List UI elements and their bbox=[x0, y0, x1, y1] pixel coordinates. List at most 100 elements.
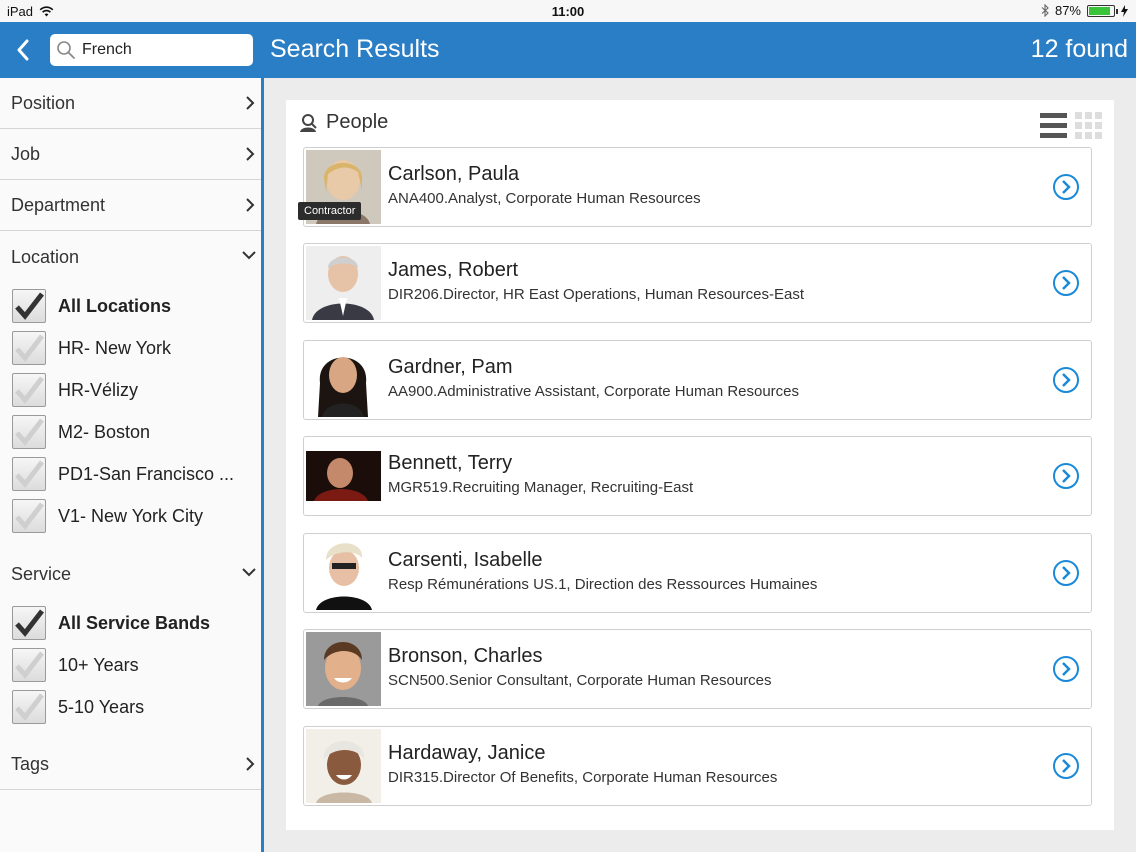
chevron-circle-right-icon[interactable] bbox=[1052, 173, 1080, 201]
bluetooth-icon bbox=[1041, 4, 1049, 17]
checkmark-icon bbox=[15, 460, 44, 488]
option-label: 5-10 Years bbox=[58, 696, 145, 717]
location-option[interactable]: HR- New York bbox=[12, 331, 171, 365]
person-row[interactable]: Carsenti, Isabelle Resp Rémunérations US… bbox=[303, 533, 1092, 613]
option-label: HR- New York bbox=[58, 337, 172, 358]
checkbox-unchecked[interactable] bbox=[12, 648, 46, 682]
location-option[interactable]: All Locations bbox=[12, 289, 171, 323]
person-row[interactable]: Bronson, Charles SCN500.Senior Consultan… bbox=[303, 629, 1092, 709]
results-panel: People Contractor Carlson, Paula ANA400.… bbox=[286, 100, 1114, 830]
checkmark-icon bbox=[15, 376, 44, 404]
status-bar: iPad 11:00 87% bbox=[0, 0, 1136, 22]
filter-service-header[interactable]: Service bbox=[0, 548, 261, 588]
checkmark-icon bbox=[15, 418, 44, 446]
person-job: DIR315.Director Of Benefits, Corporate H… bbox=[388, 769, 778, 786]
checkbox-unchecked[interactable] bbox=[12, 373, 46, 407]
search-icon bbox=[57, 41, 75, 59]
filter-department[interactable]: Department bbox=[0, 180, 261, 231]
chevron-left-icon bbox=[17, 39, 29, 61]
grid-view-icon[interactable] bbox=[1075, 112, 1102, 139]
person-name: James, Robert bbox=[388, 259, 519, 281]
chevron-circle-right-icon[interactable] bbox=[1052, 655, 1080, 683]
section-title: People bbox=[326, 111, 389, 133]
charging-icon bbox=[1121, 4, 1128, 17]
battery-level bbox=[1089, 6, 1110, 15]
person-name: Bronson, Charles bbox=[388, 645, 543, 667]
option-label: 10+ Years bbox=[58, 654, 139, 675]
filter-position[interactable]: Position bbox=[0, 78, 261, 129]
chevron-right-icon bbox=[246, 147, 255, 161]
checkbox-checked[interactable] bbox=[12, 606, 46, 640]
sidebar-divider bbox=[261, 78, 264, 852]
person-name: Hardaway, Janice bbox=[388, 742, 546, 764]
person-job: SCN500.Senior Consultant, Corporate Huma… bbox=[388, 672, 772, 689]
filter-tags[interactable]: Tags bbox=[0, 738, 261, 790]
checkbox-unchecked[interactable] bbox=[12, 331, 46, 365]
person-row[interactable]: Contractor Carlson, Paula ANA400.Analyst… bbox=[298, 147, 1092, 227]
checkbox-unchecked[interactable] bbox=[12, 499, 46, 533]
checkbox-checked[interactable] bbox=[12, 289, 46, 323]
avatar bbox=[306, 632, 381, 706]
filter-label: Service bbox=[11, 564, 72, 584]
person-job: Resp Rémunérations US.1, Direction des R… bbox=[388, 576, 818, 593]
option-label: HR-Vélizy bbox=[58, 379, 139, 400]
search-input[interactable] bbox=[82, 41, 242, 59]
back-button[interactable] bbox=[10, 36, 36, 64]
filter-label: Tags bbox=[11, 754, 50, 774]
person-row[interactable]: Gardner, Pam AA900.Administrative Assist… bbox=[303, 340, 1092, 420]
person-name: Carsenti, Isabelle bbox=[388, 549, 543, 571]
person-name: Bennett, Terry bbox=[388, 452, 513, 474]
chevron-right-icon bbox=[246, 198, 255, 212]
service-option[interactable]: All Service Bands bbox=[12, 606, 210, 640]
chevron-circle-right-icon[interactable] bbox=[1052, 559, 1080, 587]
filter-label: Department bbox=[11, 195, 106, 215]
chevron-circle-right-icon[interactable] bbox=[1052, 269, 1080, 297]
person-name: Carlson, Paula bbox=[388, 163, 520, 185]
filter-label: Location bbox=[11, 247, 80, 267]
person-row[interactable]: Hardaway, Janice DIR315.Director Of Bene… bbox=[303, 726, 1092, 806]
location-option[interactable]: V1- New York City bbox=[12, 499, 203, 533]
checkbox-unchecked[interactable] bbox=[12, 690, 46, 724]
avatar bbox=[306, 246, 381, 320]
chevron-circle-right-icon[interactable] bbox=[1052, 366, 1080, 394]
person-name: Gardner, Pam bbox=[388, 356, 513, 378]
checkbox-unchecked[interactable] bbox=[12, 415, 46, 449]
page-title: Search Results bbox=[270, 35, 440, 63]
service-option[interactable]: 10+ Years bbox=[12, 648, 139, 682]
people-section-header: People bbox=[298, 111, 388, 134]
filter-job[interactable]: Job bbox=[0, 129, 261, 180]
avatar bbox=[306, 439, 381, 513]
chevron-circle-right-icon[interactable] bbox=[1052, 752, 1080, 780]
location-option[interactable]: HR-Vélizy bbox=[12, 373, 138, 407]
option-label: V1- New York City bbox=[58, 505, 204, 526]
result-count: 12 found bbox=[1030, 35, 1128, 63]
person-job: DIR206.Director, HR East Operations, Hum… bbox=[388, 286, 804, 303]
filter-label: Job bbox=[11, 144, 41, 164]
avatar bbox=[306, 343, 381, 417]
person-row[interactable]: Bennett, Terry MGR519.Recruiting Manager… bbox=[303, 436, 1092, 516]
chevron-circle-right-icon[interactable] bbox=[1052, 462, 1080, 490]
checkmark-icon bbox=[15, 651, 44, 679]
search-box[interactable] bbox=[50, 34, 253, 66]
person-row[interactable]: James, Robert DIR206.Director, HR East O… bbox=[303, 243, 1092, 323]
option-label: PD1-San Francisco ... bbox=[58, 463, 235, 484]
location-option[interactable]: PD1-San Francisco ... bbox=[12, 457, 234, 491]
chevron-down-icon bbox=[242, 251, 256, 260]
checkmark-icon bbox=[15, 609, 44, 637]
checkbox-unchecked[interactable] bbox=[12, 457, 46, 491]
checkmark-icon bbox=[15, 693, 44, 721]
option-label: M2- Boston bbox=[58, 421, 151, 442]
clock: 11:00 bbox=[551, 4, 585, 19]
chevron-down-icon bbox=[242, 568, 256, 577]
person-search-icon bbox=[300, 113, 317, 132]
filter-sidebar: Position Job Department Location All Loc… bbox=[0, 78, 261, 852]
checkmark-icon bbox=[15, 292, 44, 320]
option-label: All Service Bands bbox=[58, 612, 211, 633]
location-option[interactable]: M2- Boston bbox=[12, 415, 150, 449]
option-label: All Locations bbox=[58, 295, 172, 316]
service-option[interactable]: 5-10 Years bbox=[12, 690, 144, 724]
person-job: AA900.Administrative Assistant, Corporat… bbox=[388, 383, 800, 400]
list-view-icon[interactable] bbox=[1040, 112, 1067, 139]
filter-location-header[interactable]: Location bbox=[0, 231, 261, 271]
battery-icon bbox=[1087, 4, 1118, 17]
